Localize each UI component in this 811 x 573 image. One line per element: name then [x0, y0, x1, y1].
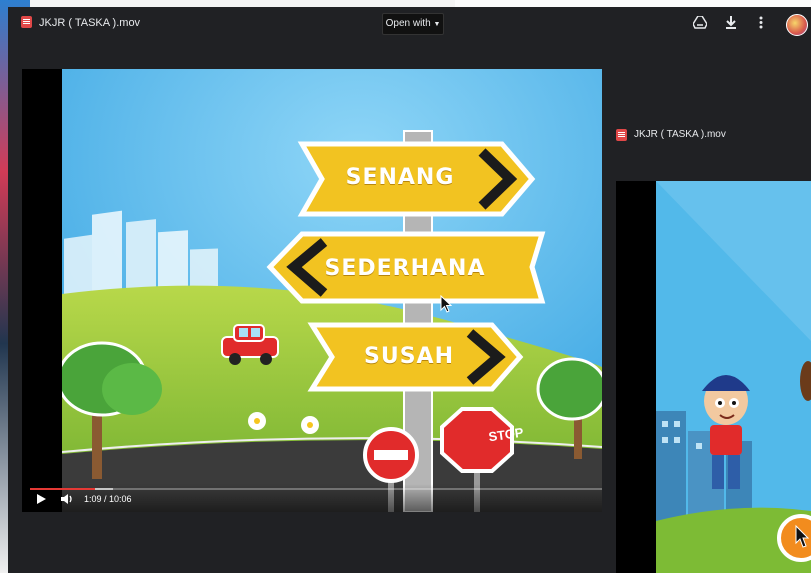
sign-label-senang: SENANG: [345, 165, 455, 190]
second-video-frame: [616, 181, 811, 573]
open-with-button[interactable]: Open with ▼: [382, 13, 444, 35]
progress-bar[interactable]: [30, 488, 602, 490]
sign-label-susah: SUSAH: [364, 344, 454, 369]
open-with-label: Open with: [385, 18, 431, 29]
time-display: 1:09 / 10:06: [84, 494, 132, 504]
download-icon[interactable]: [724, 16, 738, 30]
file-title: JKJR ( TASKA ).mov: [39, 17, 141, 29]
drive-add-icon[interactable]: [692, 15, 708, 30]
more-vert-icon[interactable]: [754, 16, 768, 30]
caret-down-icon: ▼: [433, 21, 441, 28]
video-frame: [62, 69, 602, 512]
avatar[interactable]: [786, 14, 808, 36]
sign-label-sederhana: SEDERHANA: [324, 256, 486, 281]
play-icon[interactable]: [35, 493, 49, 507]
video-player[interactable]: SENANG SEDERHANA SUSAH STOP: [22, 69, 602, 512]
progress-buffered: [95, 488, 113, 490]
second-video-player[interactable]: [616, 181, 811, 573]
mouse-cursor-icon: [440, 295, 452, 313]
video-file-icon: [21, 16, 32, 28]
volume-icon[interactable]: [60, 493, 76, 507]
progress-played: [30, 488, 95, 490]
second-file-title: JKJR ( TASKA ).mov: [634, 129, 726, 140]
video-file-icon: [616, 129, 627, 141]
